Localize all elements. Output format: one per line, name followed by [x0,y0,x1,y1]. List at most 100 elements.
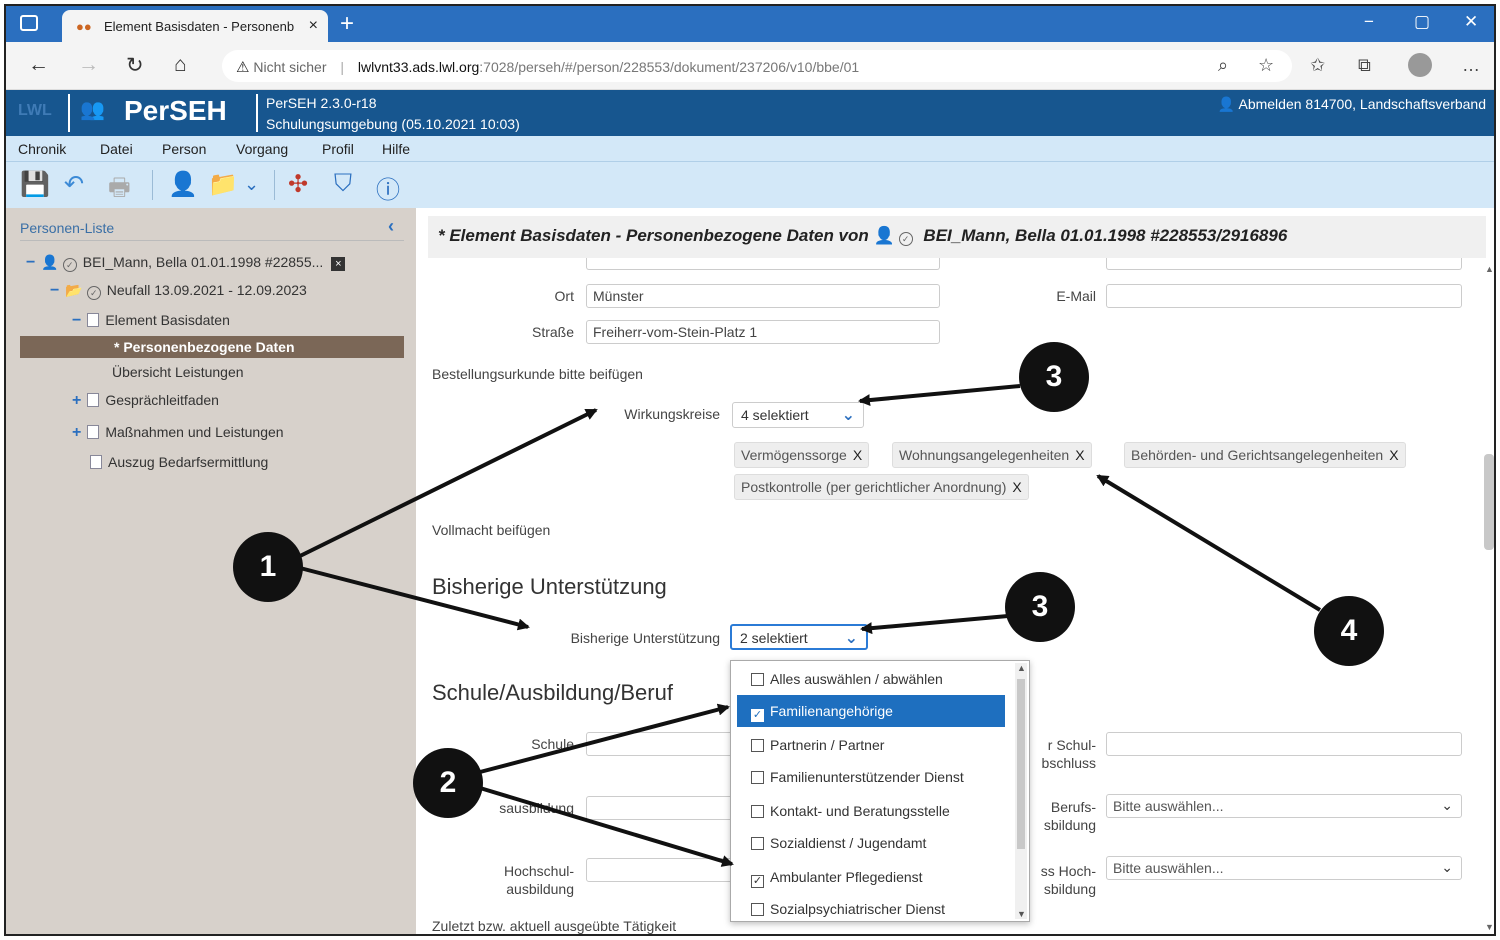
home-icon[interactable]: ⌂ [174,53,187,77]
menu-vorgang[interactable]: Vorgang [236,141,288,157]
tree-case[interactable]: − 📂 ✓ Neufall 13.09.2021 - 12.09.2023 [50,282,307,300]
tab-close-icon[interactable]: × [309,17,318,35]
menu-chronik[interactable]: Chronik [18,141,66,157]
scroll-down-icon[interactable]: ▼ [1485,922,1494,932]
tree-item-selected[interactable]: * Personenbezogene Daten [20,336,404,358]
browser-tab[interactable]: ●● Element Basisdaten - Personenb × [62,10,328,42]
document-icon [90,455,102,469]
hochschul-input[interactable] [586,858,736,882]
strasse-input[interactable]: Freiherr-vom-Stein-Platz 1 [586,320,940,344]
dropdown-option-familienangehoerige[interactable]: ✓ Familienangehörige [737,695,1005,727]
dropdown-option-partner[interactable]: Partnerin / Partner [737,729,1005,761]
menu-datei[interactable]: Datei [100,141,133,157]
collapse-sidebar-icon[interactable]: ‹ [388,216,394,237]
forward-icon[interactable]: → [78,53,99,77]
tree-person[interactable]: − 👤 ✓ BEI_Mann, Bella 01.01.1998 #22855... × [26,254,346,272]
ausbildung-input[interactable] [586,796,736,820]
dropdown-option-select-all[interactable]: Alles auswählen / abwählen [737,663,1005,695]
reload-icon[interactable]: ↻ [126,53,144,78]
tag-remove-icon[interactable]: X [1075,447,1084,463]
dropdown-scroll-thumb[interactable] [1017,679,1025,849]
collapse-icon[interactable]: − [72,312,81,329]
schule-input[interactable] [586,732,736,756]
network-icon[interactable]: ✣ [288,170,308,199]
tree-extract[interactable]: Auszug Bedarfsermittlung [90,454,268,470]
menu-bar: Chronik Datei Person Vorgang Profil Hilf… [6,136,1494,162]
address-bar[interactable]: ⚠ Nicht sicher | lwlvnt33.ads.lwl.org:70… [222,50,1292,82]
app-version: PerSEH 2.3.0-r18 [266,95,377,111]
tag-remove-icon[interactable]: X [853,447,862,463]
scroll-down-icon[interactable]: ▼ [1017,909,1026,919]
main-scrollbar[interactable]: ▲ ▼ [1482,264,1494,932]
tree-overview[interactable]: Übersicht Leistungen [112,364,244,380]
chevron-down-icon[interactable]: ⌄ [244,174,259,195]
new-tab-icon[interactable]: + [340,10,354,38]
ort-input[interactable]: Münster [586,284,940,308]
collections-icon[interactable]: ⧉ [1358,55,1371,76]
support-dropdown: Alles auswählen / abwählen ✓ Familienange… [730,660,1030,922]
annotation-marker: 3 [1019,342,1089,412]
print-icon[interactable]: 🖶 [108,170,131,211]
previous-field[interactable] [586,258,940,270]
checkbox[interactable] [751,739,764,752]
dropdown-option-familienunterstuetzend[interactable]: Familienunterstützender Dienst [737,761,1005,793]
scroll-up-icon[interactable]: ▲ [1017,663,1026,673]
checkbox[interactable] [751,903,764,916]
checkbox[interactable] [751,673,764,686]
more-icon[interactable]: … [1462,55,1480,76]
undo-icon[interactable]: ↶ [64,170,84,199]
shield-icon[interactable]: ⛉ [334,170,352,198]
dropdown-option-kontakt[interactable]: Kontakt- und Beratungsstelle [737,795,1005,827]
tree-measures[interactable]: + Maßnahmen und Leistungen [72,424,284,442]
tree-element[interactable]: − Element Basisdaten [72,312,230,330]
menu-person[interactable]: Person [162,141,206,157]
collapse-icon[interactable]: − [26,254,35,271]
support-select[interactable]: 2 selektiert ⌄ [730,624,868,650]
previous-field[interactable] [1106,258,1462,270]
dropdown-scrollbar[interactable]: ▲ ▼ [1015,663,1027,919]
checkbox[interactable] [751,837,764,850]
zoom-icon[interactable]: ⌕ [1218,55,1228,76]
dropdown-option-pflegedienst[interactable]: ✓ Ambulanter Pflegedienst [737,861,1005,893]
favorites-icon[interactable]: ✩ [1310,55,1325,76]
wirkungskreise-select[interactable]: 4 selektiert ⌄ [732,402,864,428]
berufsausbildung-select[interactable]: Bitte auswählen... ⌄ [1106,794,1462,818]
tag-wohnung: Wohnungsangelegenheiten X [892,442,1092,468]
insecure-label: Nicht sicher [253,59,327,75]
checkbox-checked[interactable]: ✓ [751,709,764,722]
tag-remove-icon[interactable]: X [1012,479,1021,495]
schulabschluss-input[interactable] [1106,732,1462,756]
new-folder-icon[interactable]: 📁 [208,170,238,199]
tag-label: Wohnungsangelegenheiten [899,447,1070,463]
logout-link[interactable]: 👤 Abmelden 814700, Landschaftsverband [1218,96,1486,113]
expand-icon[interactable]: + [72,424,81,441]
berufsausbildung-value: Bitte auswählen... [1113,798,1224,814]
checkbox[interactable] [751,771,764,784]
close-person-icon[interactable]: × [331,257,346,271]
menu-profil[interactable]: Profil [322,141,354,157]
tag-remove-icon[interactable]: X [1389,447,1398,463]
collapse-icon[interactable]: − [50,282,59,299]
add-favorite-icon[interactable]: ☆ [1258,55,1274,76]
tab-actions-icon[interactable] [20,15,38,31]
dropdown-option-sozialdienst[interactable]: Sozialdienst / Jugendamt [737,827,1005,859]
minimize-icon[interactable]: − [1364,12,1374,32]
checkbox[interactable] [751,805,764,818]
menu-hilfe[interactable]: Hilfe [382,141,410,157]
help-icon[interactable]: ⓘ [376,170,400,205]
main-scroll-thumb[interactable] [1484,454,1494,550]
scroll-up-icon[interactable]: ▲ [1485,264,1494,274]
person-icon[interactable]: 👤 [168,170,198,199]
checkbox-checked[interactable]: ✓ [751,875,764,888]
tree-guide[interactable]: + Gesprächleitfaden [72,392,219,410]
tag-postkontrolle: Postkontrolle (per gerichtlicher Anordnu… [734,474,1029,500]
email-input[interactable] [1106,284,1462,308]
restore-icon[interactable]: ▢ [1414,12,1430,32]
dropdown-option-sozialpsychiatrisch[interactable]: Sozialpsychiatrischer Dienst [737,893,1005,925]
profile-avatar[interactable] [1408,53,1432,77]
expand-icon[interactable]: + [72,392,81,409]
window-close-icon[interactable]: ✕ [1464,12,1478,32]
back-icon[interactable]: ← [28,53,49,77]
save-icon[interactable]: 💾 [20,170,50,199]
hochschulausbildung-select[interactable]: Bitte auswählen... ⌄ [1106,856,1462,880]
